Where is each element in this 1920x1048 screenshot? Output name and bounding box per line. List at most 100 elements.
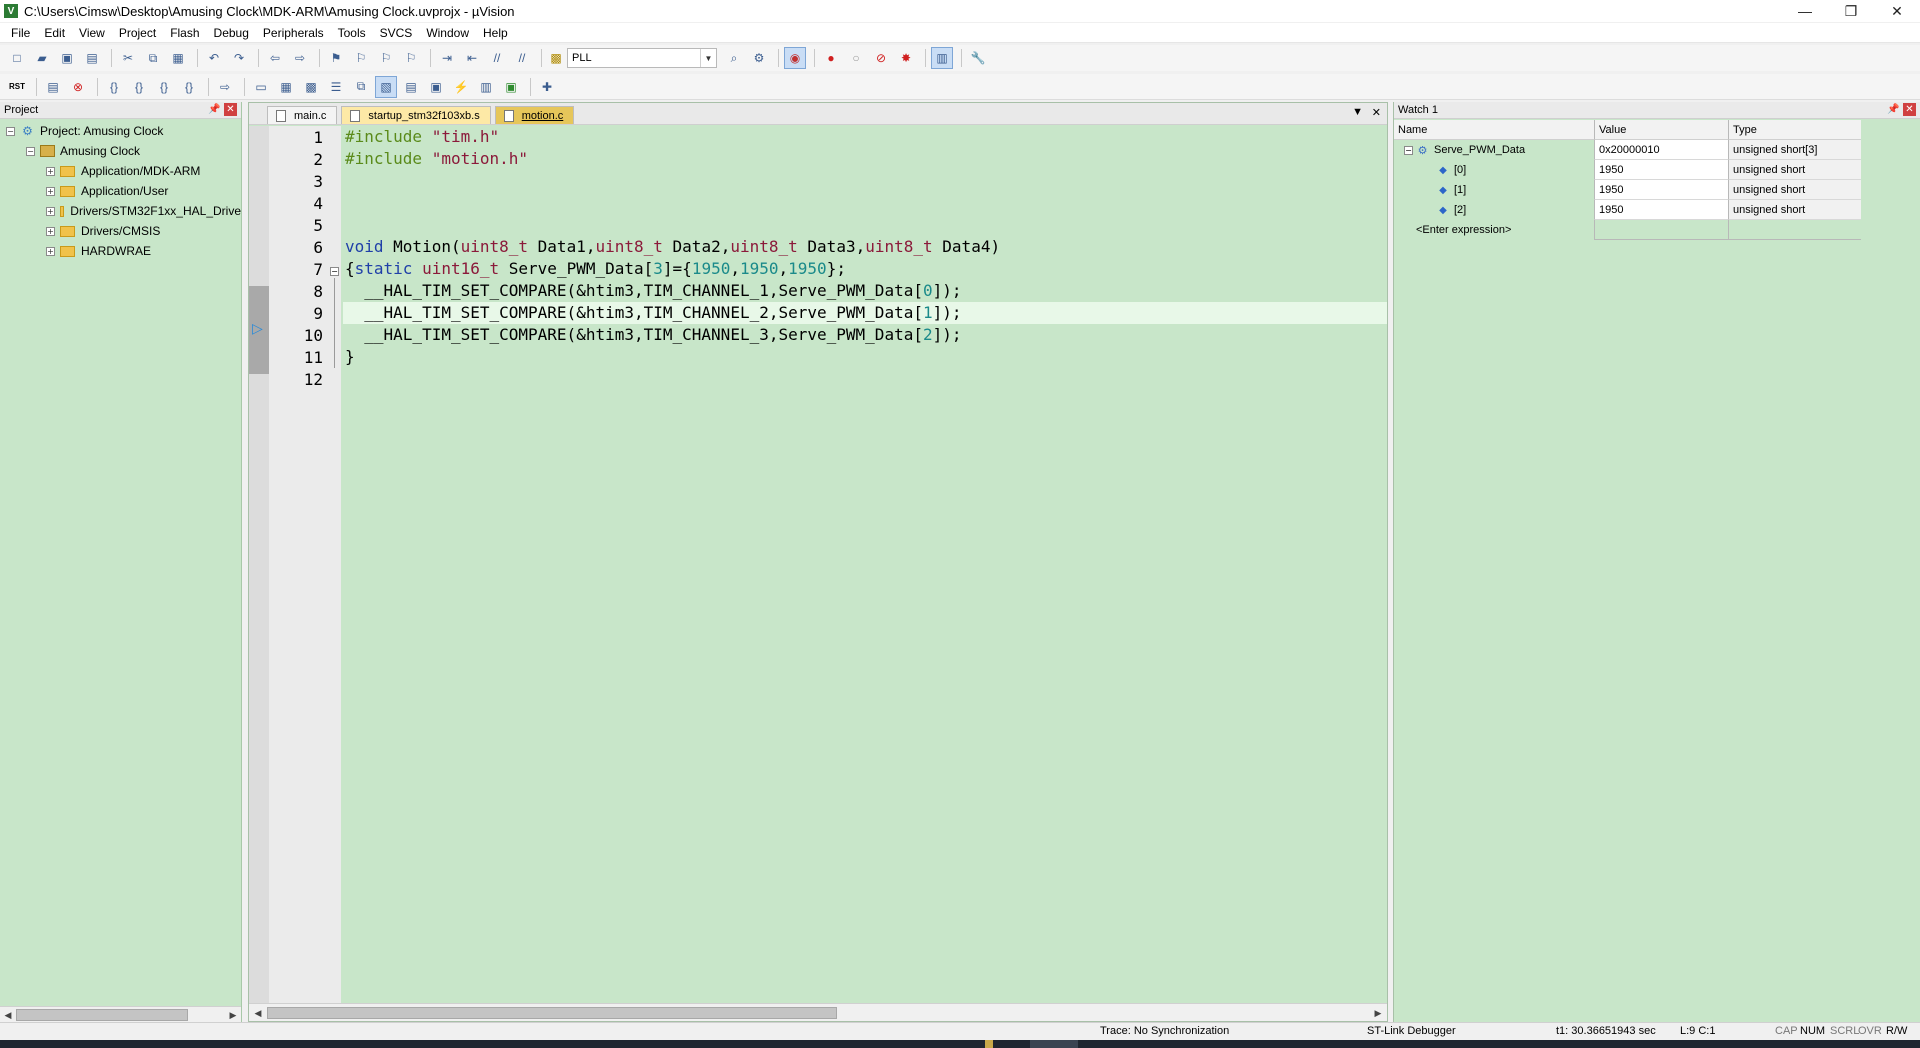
project-hscrollbar[interactable]: ◀ ▶ xyxy=(0,1006,241,1022)
scroll-thumb[interactable] xyxy=(16,1009,188,1021)
call-stack-window-icon[interactable]: ⧉ xyxy=(350,76,372,98)
scroll-right-icon[interactable]: ▶ xyxy=(1371,1006,1385,1020)
minimize-button[interactable]: — xyxy=(1782,0,1828,22)
step-into-icon[interactable]: {} xyxy=(103,76,125,98)
code-lines[interactable]: #include "tim.h" #include "motion.h" voi… xyxy=(343,126,1387,1003)
tree-item-group[interactable]: + Drivers/CMSIS xyxy=(0,221,241,241)
tree-item-project-root[interactable]: − ⚙ Project: Amusing Clock xyxy=(0,121,241,141)
expand-icon[interactable]: + xyxy=(46,186,55,196)
incremental-find-icon[interactable]: ⚙ xyxy=(748,47,770,69)
run-icon[interactable]: ▤ xyxy=(42,76,64,98)
watch-value-cell[interactable]: 0x20000010 xyxy=(1594,140,1728,160)
configure-icon[interactable]: 🔧 xyxy=(967,47,989,69)
watch-row[interactable]: ◆ [2] 1950 unsigned short xyxy=(1394,200,1861,220)
open-folder-icon[interactable]: ▰ xyxy=(31,47,53,69)
maximize-button[interactable]: ❐ xyxy=(1828,0,1874,22)
disable-breakpoints-icon[interactable]: ⊘ xyxy=(870,47,892,69)
bookmark-clear-icon[interactable]: ⚐ xyxy=(400,47,422,69)
window-layout-icon[interactable]: ▥ xyxy=(931,47,953,69)
find-in-files-icon[interactable]: ▩ xyxy=(547,49,565,67)
trace-window-icon[interactable]: ▥ xyxy=(475,76,497,98)
step-out-icon[interactable]: {} xyxy=(153,76,175,98)
menu-help[interactable]: Help xyxy=(476,26,515,40)
kill-breakpoints-icon[interactable]: ✸ xyxy=(895,47,917,69)
pin-icon[interactable]: 📌 xyxy=(1887,103,1900,116)
unindent-icon[interactable]: ⇤ xyxy=(461,47,483,69)
tree-item-group[interactable]: + HARDWRAE xyxy=(0,241,241,261)
code-area[interactable]: ▷ 1 2 3 4 5 6 7 8 9 10 11 12 − #include … xyxy=(249,126,1387,1003)
menu-tools[interactable]: Tools xyxy=(331,26,373,40)
watch-name-cell[interactable]: ◆ [2] xyxy=(1394,200,1594,220)
analysis-window-icon[interactable]: ⚡ xyxy=(450,76,472,98)
scroll-left-icon[interactable]: ◀ xyxy=(1,1008,15,1022)
watch-enter-row[interactable]: <Enter expression> xyxy=(1394,220,1861,240)
column-header-value[interactable]: Value xyxy=(1594,120,1728,140)
symbols-window-icon[interactable]: ▩ xyxy=(300,76,322,98)
taskbar-app-button[interactable] xyxy=(1030,1040,1078,1048)
menu-window[interactable]: Window xyxy=(419,26,476,40)
tab-startup-s[interactable]: startup_stm32f103xb.s xyxy=(341,106,491,124)
system-viewer-icon[interactable]: ▣ xyxy=(500,76,522,98)
comment-icon[interactable]: // xyxy=(486,47,508,69)
menu-svcs[interactable]: SVCS xyxy=(373,26,420,40)
tree-item-group[interactable]: + Application/MDK-ARM xyxy=(0,161,241,181)
watch-value-cell[interactable]: 1950 xyxy=(1594,160,1728,180)
menu-project[interactable]: Project xyxy=(112,26,163,40)
insert-breakpoint-icon[interactable]: ● xyxy=(820,47,842,69)
redo-icon[interactable]: ↷ xyxy=(228,47,250,69)
nav-forward-icon[interactable]: ⇨ xyxy=(289,47,311,69)
indent-icon[interactable]: ⇥ xyxy=(436,47,458,69)
bookmark-next-icon[interactable]: ⚐ xyxy=(375,47,397,69)
enable-breakpoint-icon[interactable]: ○ xyxy=(845,47,867,69)
tree-item-group[interactable]: + Drivers/STM32F1xx_HAL_Drive xyxy=(0,201,241,221)
expand-icon[interactable]: + xyxy=(46,226,55,236)
watch-row[interactable]: − ⚙ Serve_PWM_Data 0x20000010 unsigned s… xyxy=(1394,140,1861,160)
menu-file[interactable]: File xyxy=(4,26,37,40)
collapse-icon[interactable]: − xyxy=(26,146,35,156)
bookmark-toggle-icon[interactable]: ⚑ xyxy=(325,47,347,69)
chevron-down-icon[interactable]: ▼ xyxy=(700,49,716,67)
expand-icon[interactable]: + xyxy=(46,246,55,256)
scroll-thumb[interactable] xyxy=(267,1007,837,1019)
expand-icon[interactable]: + xyxy=(46,166,55,176)
serial-window-icon[interactable]: ▣ xyxy=(425,76,447,98)
close-tab-icon[interactable]: ✕ xyxy=(1372,106,1381,119)
tab-motion-c[interactable]: motion.c xyxy=(494,106,575,124)
registers-window-icon[interactable]: ☰ xyxy=(325,76,347,98)
tree-item-target[interactable]: − Amusing Clock xyxy=(0,141,241,161)
cut-icon[interactable]: ✂ xyxy=(117,47,139,69)
watch-name-cell[interactable]: − ⚙ Serve_PWM_Data xyxy=(1394,140,1594,160)
watch-value-cell[interactable]: 1950 xyxy=(1594,200,1728,220)
save-icon[interactable]: ▣ xyxy=(56,47,78,69)
close-icon[interactable]: ✕ xyxy=(1903,103,1916,116)
pin-icon[interactable]: 📌 xyxy=(208,103,221,116)
find-icon[interactable]: ⌕ xyxy=(723,47,745,69)
breakpoint-margin[interactable] xyxy=(249,126,269,1003)
scroll-left-icon[interactable]: ◀ xyxy=(251,1006,265,1020)
watch-row[interactable]: ◆ [0] 1950 unsigned short xyxy=(1394,160,1861,180)
editor-hscrollbar[interactable]: ◀ ▶ xyxy=(249,1003,1387,1021)
watch-name-cell[interactable]: ◆ [0] xyxy=(1394,160,1594,180)
reset-button[interactable]: RST xyxy=(6,76,28,98)
close-icon[interactable]: ✕ xyxy=(224,103,237,116)
copy-icon[interactable]: ⧉ xyxy=(142,47,164,69)
collapse-fold-icon[interactable]: − xyxy=(330,267,339,276)
watch-name-cell[interactable]: ◆ [1] xyxy=(1394,180,1594,200)
disassembly-window-icon[interactable]: ▦ xyxy=(275,76,297,98)
command-window-icon[interactable]: ▭ xyxy=(250,76,272,98)
menu-peripherals[interactable]: Peripherals xyxy=(256,26,331,40)
menu-debug[interactable]: Debug xyxy=(207,26,256,40)
step-over-icon[interactable]: {} xyxy=(128,76,150,98)
scroll-right-icon[interactable]: ▶ xyxy=(226,1008,240,1022)
show-next-statement-icon[interactable]: ⇨ xyxy=(214,76,236,98)
menu-flash[interactable]: Flash xyxy=(163,26,206,40)
watch-value-cell[interactable]: 1950 xyxy=(1594,180,1728,200)
collapse-icon[interactable]: − xyxy=(6,126,15,136)
watch-row[interactable]: ◆ [1] 1950 unsigned short xyxy=(1394,180,1861,200)
tab-main-c[interactable]: main.c xyxy=(267,106,338,124)
column-header-type[interactable]: Type xyxy=(1728,120,1861,140)
watch-window-icon[interactable]: ▧ xyxy=(375,75,397,98)
target-combo[interactable]: PLL ▼ xyxy=(567,48,717,68)
taskbar-app-indicator[interactable] xyxy=(985,1040,993,1048)
paste-icon[interactable]: ▦ xyxy=(167,47,189,69)
